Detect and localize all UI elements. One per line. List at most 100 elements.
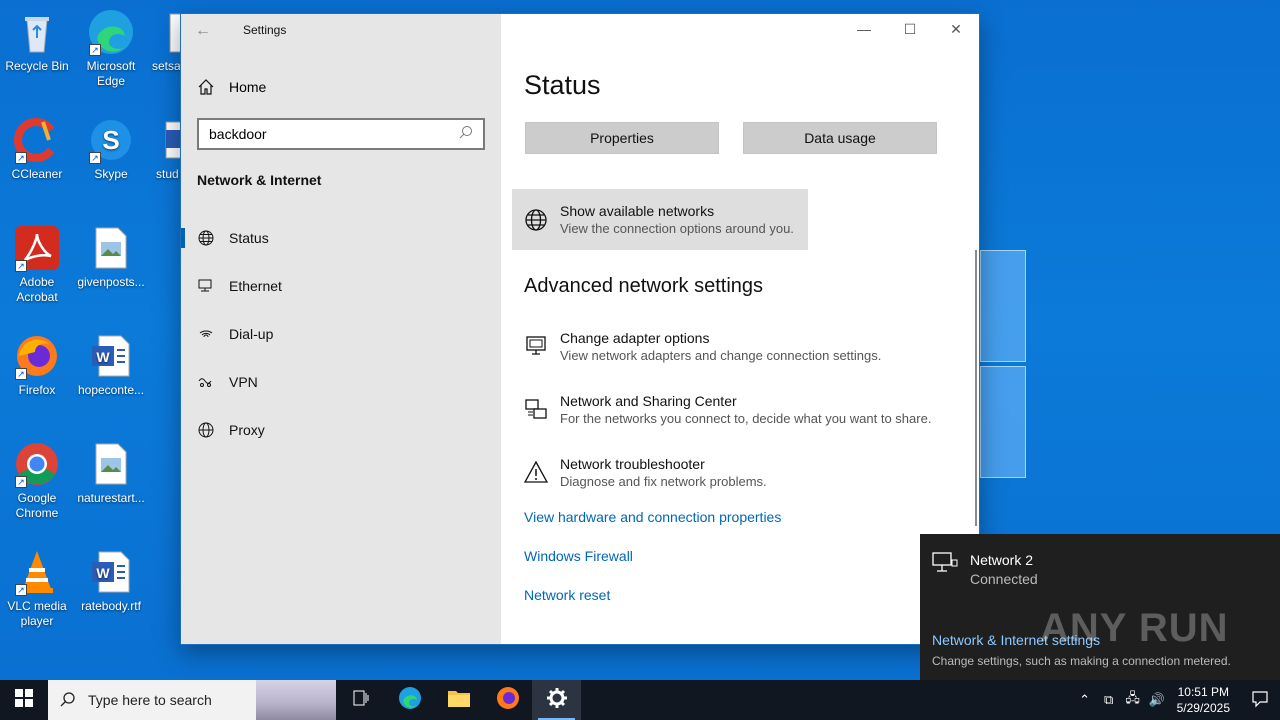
- chevron-up-icon[interactable]: ⌃: [1073, 692, 1097, 708]
- desktop-icon-edge[interactable]: ↗ Microsoft Edge: [74, 8, 148, 89]
- ccleaner-icon: ↗: [13, 116, 61, 164]
- adv-item-title: Change adapter options: [560, 330, 710, 346]
- network-name: Network 2: [970, 552, 1034, 568]
- dialup-icon: [197, 325, 215, 343]
- adv-item-subtitle: Diagnose and fix network problems.: [560, 474, 767, 489]
- sidebar-item-status[interactable]: Status: [181, 218, 501, 258]
- notification-button[interactable]: [1240, 680, 1280, 720]
- show-available-networks[interactable]: Show available networks View the connect…: [512, 189, 808, 250]
- desktop-icon-label: givenposts...: [77, 275, 145, 289]
- volume-icon[interactable]: 🔊: [1145, 692, 1169, 708]
- desktop-icon-chrome[interactable]: ↗ Google Chrome: [0, 440, 74, 521]
- maximize-icon[interactable]: ☐: [887, 14, 933, 44]
- desktop-icon-ccleaner[interactable]: ↗ CCleaner: [0, 116, 74, 182]
- svg-text:W: W: [96, 565, 110, 581]
- image-file-icon: [87, 440, 135, 488]
- network-status: Connected: [970, 571, 1038, 587]
- vpn-icon: [197, 373, 215, 391]
- advanced-settings-heading: Advanced network settings: [524, 275, 764, 297]
- taskbar-file-explorer[interactable]: [434, 680, 483, 720]
- sidebar-item-proxy[interactable]: Proxy: [181, 410, 501, 450]
- desktop-icon-vlc[interactable]: ↗ VLC media player: [0, 548, 74, 629]
- sidebar-item-label: Ethernet: [229, 278, 282, 294]
- close-icon[interactable]: ✕: [933, 14, 979, 44]
- network-reset-link[interactable]: Network reset: [524, 587, 610, 603]
- notification-icon: [1251, 690, 1269, 711]
- search-icon: [60, 691, 76, 710]
- clock-time: 10:51 PM: [1177, 685, 1229, 699]
- change-adapter-options[interactable]: Change adapter options View network adap…: [524, 330, 881, 363]
- desktop-icon-naturestart[interactable]: naturestart...: [74, 440, 148, 506]
- image-file-icon: [87, 224, 135, 272]
- sidebar-section-title: Network & Internet: [197, 172, 322, 188]
- desktop-icon-label: Microsoft Edge: [86, 59, 136, 88]
- network-troubleshooter[interactable]: Network troubleshooter Diagnose and fix …: [524, 456, 767, 489]
- settings-main: — ☐ ✕ Status Properties Data usage Show …: [501, 14, 979, 644]
- svg-text:W: W: [96, 349, 110, 365]
- skype-icon: S ↗: [87, 116, 135, 164]
- sharing-icon: [524, 397, 548, 421]
- desktop-icon-givenposts[interactable]: givenposts...: [74, 224, 148, 290]
- page-title: Status: [524, 70, 601, 100]
- search-icon[interactable]: [459, 125, 473, 144]
- task-view-icon: [352, 689, 370, 712]
- task-view-button[interactable]: [336, 680, 385, 720]
- sidebar-item-label: Proxy: [229, 422, 265, 438]
- desktop-icon-ratebody[interactable]: W ratebody.rtf: [74, 548, 148, 614]
- sidebar-item-ethernet[interactable]: Ethernet: [181, 266, 501, 306]
- start-button[interactable]: [0, 680, 48, 720]
- windows-wallpaper-logo: [980, 240, 1280, 480]
- ethernet-icon: [197, 277, 215, 295]
- desktop-icon-label: hopeconte...: [77, 383, 145, 397]
- gear-icon: [546, 687, 568, 714]
- settings-window: ← Settings Home Network & Internet Statu…: [180, 13, 980, 645]
- taskbar-firefox[interactable]: [483, 680, 532, 720]
- clock[interactable]: 10:51 PM 5/29/2025: [1177, 684, 1230, 716]
- settings-search-box[interactable]: [197, 118, 485, 150]
- adv-item-subtitle: View network adapters and change connect…: [560, 348, 882, 363]
- show-networks-subtitle: View the connection options around you.: [560, 221, 794, 236]
- windows-firewall-link[interactable]: Windows Firewall: [524, 548, 633, 564]
- sidebar-item-label: VPN: [229, 374, 258, 390]
- firefox-icon: ↗: [13, 332, 61, 380]
- settings-search-input[interactable]: [209, 126, 459, 142]
- network-globe-icon: [524, 208, 548, 232]
- desktop-icon-label: Skype: [94, 167, 128, 181]
- hardware-properties-link[interactable]: View hardware and connection properties: [524, 509, 781, 525]
- properties-button[interactable]: Properties: [525, 122, 719, 154]
- network-tray-icon[interactable]: 🖧: [1121, 689, 1145, 711]
- desktop-icon-skype[interactable]: S ↗ Skype: [74, 116, 148, 182]
- network-entry[interactable]: Network 2 Connected: [932, 552, 1038, 587]
- sidebar-item-dialup[interactable]: Dial-up: [181, 314, 501, 354]
- sidebar-home[interactable]: Home: [197, 78, 266, 96]
- tray-app-icon[interactable]: ⧉: [1097, 692, 1121, 708]
- ethernet-network-icon: [932, 552, 958, 587]
- minimize-icon[interactable]: —: [841, 14, 887, 44]
- recycle-bin-icon: [13, 8, 61, 56]
- word-icon: W: [87, 548, 135, 596]
- data-usage-button[interactable]: Data usage: [743, 122, 937, 154]
- desktop-icon-recycle-bin[interactable]: Recycle Bin: [0, 8, 74, 74]
- desktop-icon-label: ratebody.rtf: [81, 599, 141, 613]
- scrollbar[interactable]: [975, 250, 977, 526]
- sidebar-home-label: Home: [229, 79, 267, 95]
- settings-sidebar: ← Settings Home Network & Internet Statu…: [181, 14, 501, 644]
- adv-item-title: Network and Sharing Center: [560, 393, 737, 409]
- desktop-icon-acrobat[interactable]: ↗ Adobe Acrobat: [0, 224, 74, 305]
- edge-icon: ↗: [87, 8, 135, 56]
- window-title: Settings: [243, 23, 287, 37]
- sidebar-item-label: Dial-up: [229, 326, 274, 342]
- desktop-icon-hopeconte[interactable]: W hopeconte...: [74, 332, 148, 398]
- firefox-icon: [496, 686, 520, 715]
- desktop-icon-firefox[interactable]: ↗ Firefox: [0, 332, 74, 398]
- taskbar: Type here to search ⌃ ⧉ 🖧 🔊 10:51 PM 5/2…: [0, 680, 1280, 720]
- taskbar-settings[interactable]: [532, 680, 581, 720]
- taskbar-search-box[interactable]: Type here to search: [48, 680, 336, 720]
- window-controls: — ☐ ✕: [841, 14, 979, 44]
- network-sharing-center[interactable]: Network and Sharing Center For the netwo…: [524, 393, 931, 426]
- taskbar-edge[interactable]: [385, 680, 434, 720]
- sidebar-item-vpn[interactable]: VPN: [181, 362, 501, 402]
- desktop-icon-label: Adobe Acrobat: [16, 275, 58, 304]
- folder-icon: [447, 688, 471, 713]
- back-arrow-icon[interactable]: ←: [195, 22, 211, 40]
